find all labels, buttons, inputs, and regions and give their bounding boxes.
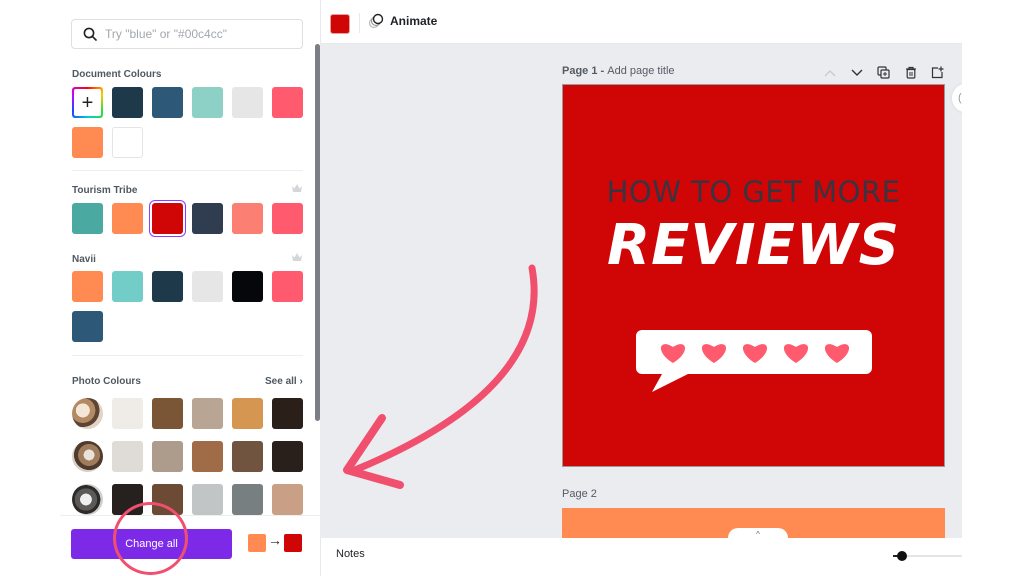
tourism-color-swatch[interactable] bbox=[192, 203, 223, 234]
color-search-box[interactable] bbox=[71, 19, 303, 49]
duplicate-page-button[interactable] bbox=[876, 65, 891, 80]
photo-color-swatch[interactable] bbox=[232, 441, 263, 472]
photo-color-swatch[interactable] bbox=[232, 398, 263, 429]
arrow-right-icon: → bbox=[268, 532, 282, 548]
tourism-color-swatch[interactable] bbox=[152, 203, 183, 234]
document-color-swatch[interactable] bbox=[112, 127, 143, 158]
photo-color-swatch[interactable] bbox=[272, 398, 303, 429]
photo-thumbnail[interactable] bbox=[72, 484, 103, 515]
photo-color-swatch[interactable] bbox=[152, 484, 183, 515]
photo-color-swatch[interactable] bbox=[152, 441, 183, 472]
photo-color-swatch[interactable] bbox=[112, 484, 143, 515]
photo-color-swatch[interactable] bbox=[152, 398, 183, 429]
tourism-color-swatch[interactable] bbox=[232, 203, 263, 234]
chevron-up-icon bbox=[824, 69, 835, 76]
expand-notes-button[interactable]: ^ bbox=[728, 528, 788, 538]
color-search-input[interactable] bbox=[105, 27, 285, 41]
text-color-button[interactable] bbox=[330, 14, 350, 34]
tourism-tribe-title: Tourism Tribe bbox=[72, 185, 138, 196]
document-color-swatch[interactable] bbox=[72, 127, 103, 158]
panel-footer: Change all → bbox=[60, 515, 320, 576]
photo-color-swatch[interactable] bbox=[192, 398, 223, 429]
toolbar-divider bbox=[359, 13, 360, 33]
page-1-label: Page 1 - Add page title bbox=[562, 65, 675, 77]
navii-color-swatch[interactable] bbox=[72, 311, 103, 342]
page-2-label: Page 2 bbox=[562, 488, 597, 500]
tourism-color-swatch[interactable] bbox=[112, 203, 143, 234]
right-margin bbox=[962, 0, 1024, 576]
headline-text[interactable]: HOW TO GET MORE bbox=[563, 175, 944, 209]
search-icon bbox=[83, 27, 97, 41]
photo-color-swatch[interactable] bbox=[272, 484, 303, 515]
add-page-button[interactable] bbox=[930, 65, 945, 80]
see-all-label: See all bbox=[265, 376, 297, 387]
chevron-right-icon: › bbox=[299, 376, 303, 387]
page-title-input[interactable]: Add page title bbox=[607, 65, 674, 77]
page-1-canvas[interactable]: HOW TO GET MORE REVIEWS bbox=[562, 84, 945, 467]
plus-icon: + bbox=[74, 89, 101, 116]
photo-color-swatch[interactable] bbox=[272, 441, 303, 472]
crown-icon bbox=[292, 253, 302, 261]
move-up-button[interactable] bbox=[822, 65, 837, 80]
crown-icon bbox=[292, 184, 302, 192]
photo-color-swatch[interactable] bbox=[192, 441, 223, 472]
change-all-button[interactable]: Change all bbox=[71, 529, 232, 559]
add-color-button[interactable]: + bbox=[72, 87, 103, 118]
review-bubble-graphic[interactable] bbox=[636, 330, 872, 394]
navii-color-swatch[interactable] bbox=[152, 271, 183, 302]
page-tools bbox=[822, 65, 945, 80]
color-panel: Document Colours + Tourism Tribe Navii P… bbox=[60, 0, 320, 576]
photo-color-swatch[interactable] bbox=[112, 441, 143, 472]
photo-thumbnail[interactable] bbox=[72, 398, 103, 429]
canvas-area: Page 1 - Add page title HOW TO GET MORE … bbox=[320, 44, 962, 538]
add-page-icon bbox=[931, 66, 944, 79]
navii-color-swatch[interactable] bbox=[272, 271, 303, 302]
trash-icon bbox=[905, 66, 916, 79]
chevron-down-icon bbox=[851, 69, 862, 76]
animate-icon bbox=[368, 13, 384, 29]
rotate-handle[interactable]: ( bbox=[952, 84, 962, 112]
document-color-swatch[interactable] bbox=[192, 87, 223, 118]
reviews-title-text[interactable]: REVIEWS bbox=[563, 213, 944, 278]
zoom-thumb[interactable] bbox=[896, 551, 907, 561]
tourism-color-swatch[interactable] bbox=[72, 203, 103, 234]
delete-page-button[interactable] bbox=[903, 65, 918, 80]
page-1-number: Page 1 - bbox=[562, 65, 608, 77]
document-color-swatch[interactable] bbox=[232, 87, 263, 118]
photo-color-swatch[interactable] bbox=[112, 398, 143, 429]
photo-color-swatch[interactable] bbox=[192, 484, 223, 515]
move-down-button[interactable] bbox=[849, 65, 864, 80]
photo-thumbnail[interactable] bbox=[72, 441, 103, 472]
document-color-swatch[interactable] bbox=[112, 87, 143, 118]
replace-from-color bbox=[248, 534, 266, 552]
photo-color-swatch[interactable] bbox=[232, 484, 263, 515]
app-root: Document Colours + Tourism Tribe Navii P… bbox=[0, 0, 1024, 576]
notes-button[interactable]: Notes bbox=[336, 548, 365, 560]
document-color-swatch[interactable] bbox=[272, 87, 303, 118]
navii-color-swatch[interactable] bbox=[192, 271, 223, 302]
chevron-up-icon: ^ bbox=[756, 530, 760, 538]
animate-label: Animate bbox=[390, 14, 438, 28]
editor-toolbar: Animate bbox=[320, 0, 962, 44]
bottom-bar: Notes bbox=[320, 538, 963, 576]
navii-color-swatch[interactable] bbox=[72, 271, 103, 302]
duplicate-icon bbox=[877, 66, 890, 79]
section-divider bbox=[72, 170, 303, 171]
document-colours-title: Document Colours bbox=[72, 69, 162, 80]
zoom-slider[interactable] bbox=[893, 550, 963, 562]
navii-color-swatch[interactable] bbox=[112, 271, 143, 302]
navii-title: Navii bbox=[72, 254, 96, 265]
see-all-link[interactable]: See all › bbox=[265, 376, 303, 387]
photo-colours-title: Photo Colours bbox=[72, 376, 141, 387]
replace-to-color bbox=[284, 534, 302, 552]
animate-button[interactable]: Animate bbox=[368, 13, 437, 29]
section-divider bbox=[72, 355, 303, 356]
tourism-color-swatch[interactable] bbox=[272, 203, 303, 234]
document-color-swatch[interactable] bbox=[152, 87, 183, 118]
navii-color-swatch[interactable] bbox=[232, 271, 263, 302]
